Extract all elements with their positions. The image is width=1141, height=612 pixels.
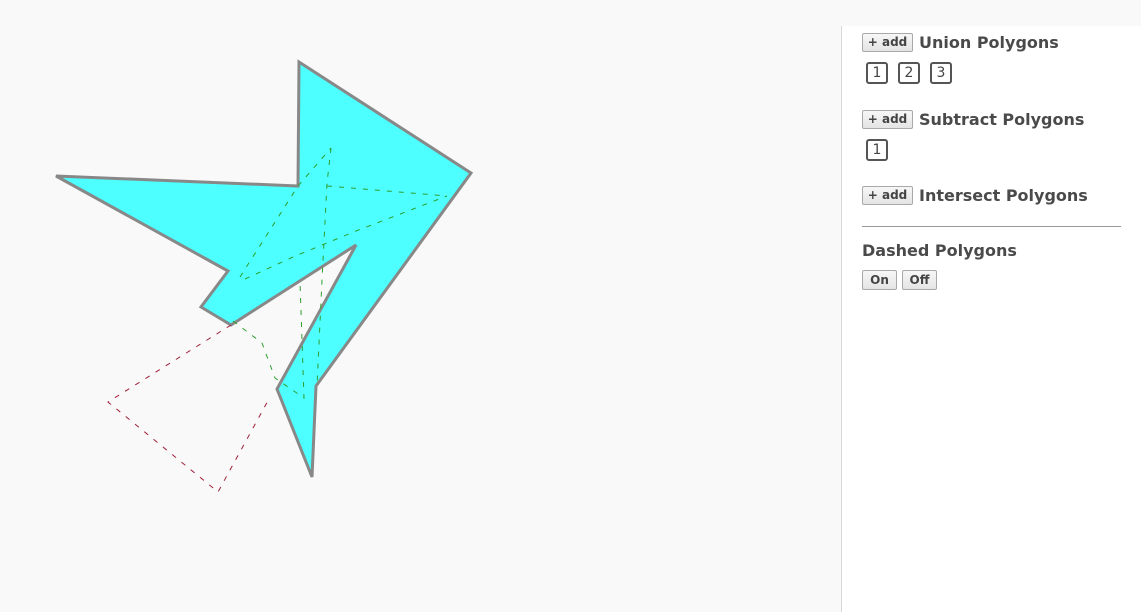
union-section-title: Union Polygons <box>919 32 1059 52</box>
dashed-section-title: Dashed Polygons <box>862 241 1017 260</box>
subtract-section-title: Subtract Polygons <box>919 109 1085 129</box>
dashed-toggle-group: On Off <box>862 270 942 290</box>
union-section-header: + add Union Polygons <box>862 30 1059 54</box>
panel-divider <box>862 226 1121 227</box>
polygon-canvas-svg[interactable] <box>0 0 841 612</box>
union-chip-2[interactable]: 2 <box>898 62 920 84</box>
intersect-section-title: Intersect Polygons <box>919 185 1088 205</box>
union-chip-1[interactable]: 1 <box>866 62 888 84</box>
add-union-button[interactable]: + add <box>862 32 913 52</box>
subtract-chip-1[interactable]: 1 <box>866 139 888 161</box>
subtract-polygon-1-outline <box>107 324 271 493</box>
dashed-off-button[interactable]: Off <box>902 270 937 290</box>
control-panel: + add Union Polygons 1 2 3 + add Subtrac… <box>841 26 1141 612</box>
intersect-section-header: + add Intersect Polygons <box>862 183 1088 207</box>
add-subtract-button[interactable]: + add <box>862 109 913 129</box>
subtract-chip-list: 1 <box>866 139 898 161</box>
drawing-canvas[interactable] <box>0 0 841 612</box>
subtract-section-header: + add Subtract Polygons <box>862 107 1084 131</box>
add-intersect-button[interactable]: + add <box>862 185 913 205</box>
union-chip-3[interactable]: 3 <box>930 62 952 84</box>
union-chip-list: 1 2 3 <box>866 62 962 84</box>
result-polygon[interactable] <box>55 59 474 478</box>
dashed-on-button[interactable]: On <box>862 270 897 290</box>
